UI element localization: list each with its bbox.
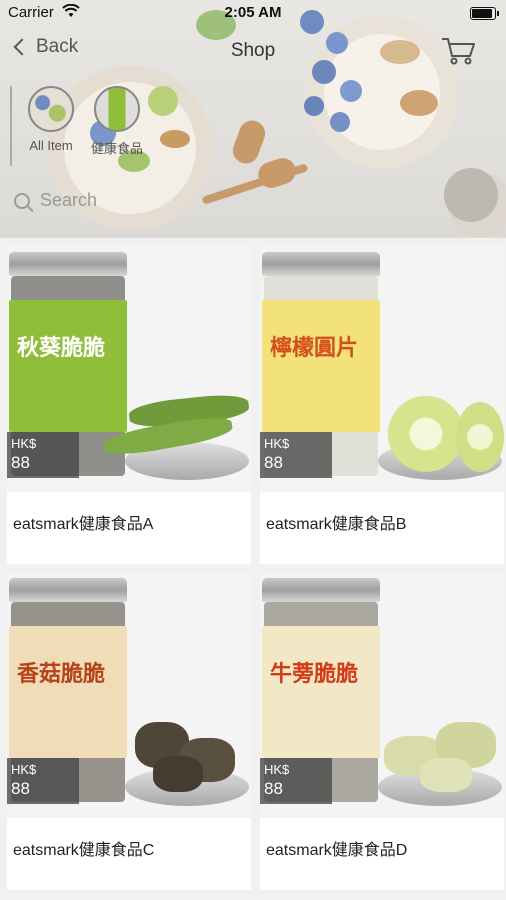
cart-icon — [442, 38, 475, 65]
price-tag: HK$ 88 — [7, 758, 79, 804]
granola-decor — [160, 130, 190, 148]
price-tag: HK$ 88 — [260, 758, 332, 804]
price-currency: HK$ — [11, 436, 37, 451]
lemon-slice-graphic — [456, 402, 504, 472]
jar-label-text: 牛蒡脆脆 — [270, 661, 359, 687]
burdock-slice-graphic — [420, 758, 472, 792]
category-health-food[interactable]: 健康食品 — [84, 86, 150, 166]
back-label: Back — [36, 36, 79, 57]
category-all-items[interactable]: All Item — [18, 86, 84, 166]
price-tag: HK$ 88 — [260, 432, 332, 478]
product-name: eatsmark健康食品A — [13, 516, 154, 533]
status-bar: Carrier 2:05 AM — [0, 0, 506, 26]
search-field[interactable]: Search — [14, 190, 97, 211]
category-thumbnail — [94, 86, 140, 132]
product-image: 檸檬圓片 HK$ 88 — [260, 246, 504, 492]
product-card[interactable]: 牛蒡脆脆 HK$ 88 eatsmark健康食品D — [260, 572, 504, 890]
jar-label-text: 秋葵脆脆 — [17, 335, 106, 361]
product-image: 牛蒡脆脆 HK$ 88 — [260, 572, 504, 818]
chevron-left-icon — [13, 38, 31, 56]
product-name: eatsmark健康食品D — [266, 842, 408, 859]
category-label: 健康食品 — [90, 141, 143, 156]
battery-icon — [470, 7, 499, 20]
category-label: All Item — [29, 138, 73, 153]
search-icon — [14, 192, 30, 209]
header-banner: Carrier 2:05 AM Back Shop All Item 健康食品 — [0, 0, 506, 238]
product-card[interactable]: 檸檬圓片 HK$ 88 eatsmark健康食品B — [260, 246, 504, 564]
price-amount: 88 — [11, 779, 30, 798]
price-amount: 88 — [264, 453, 283, 472]
search-placeholder: Search — [40, 190, 98, 210]
lemon-slice-graphic — [388, 396, 464, 472]
back-button[interactable]: Back — [10, 36, 78, 58]
blueberry-decor — [330, 112, 350, 132]
mushroom-graphic — [153, 756, 203, 792]
category-bar: All Item 健康食品 — [10, 86, 150, 166]
price-currency: HK$ — [11, 762, 37, 777]
price-currency: HK$ — [264, 436, 290, 451]
price-currency: HK$ — [264, 762, 290, 777]
lime-decor — [148, 86, 178, 116]
price-tag: HK$ 88 — [7, 432, 79, 478]
spoon-decor — [229, 116, 269, 168]
product-name: eatsmark健康食品C — [13, 842, 155, 859]
product-image: 秋葵脆脆 HK$ 88 — [7, 246, 251, 492]
granola-decor — [400, 90, 438, 116]
product-image: 香菇脆脆 HK$ 88 — [7, 572, 251, 818]
cart-button[interactable] — [440, 36, 476, 66]
jar-label-text: 檸檬圓片 — [270, 335, 359, 361]
price-amount: 88 — [11, 453, 30, 472]
nav-bar: Back Shop — [0, 36, 506, 70]
product-name: eatsmark健康食品B — [266, 516, 407, 533]
jar-label-text: 香菇脆脆 — [17, 661, 106, 687]
product-card[interactable]: 香菇脆脆 HK$ 88 eatsmark健康食品C — [7, 572, 251, 890]
category-thumbnail — [28, 86, 74, 132]
chia-bowl-decor — [444, 168, 498, 222]
price-amount: 88 — [264, 779, 283, 798]
blueberry-decor — [304, 96, 324, 116]
product-card[interactable]: 秋葵脆脆 HK$ 88 eatsmark健康食品A — [7, 246, 251, 564]
clock: 2:05 AM — [224, 4, 282, 21]
blueberry-decor — [340, 80, 362, 102]
